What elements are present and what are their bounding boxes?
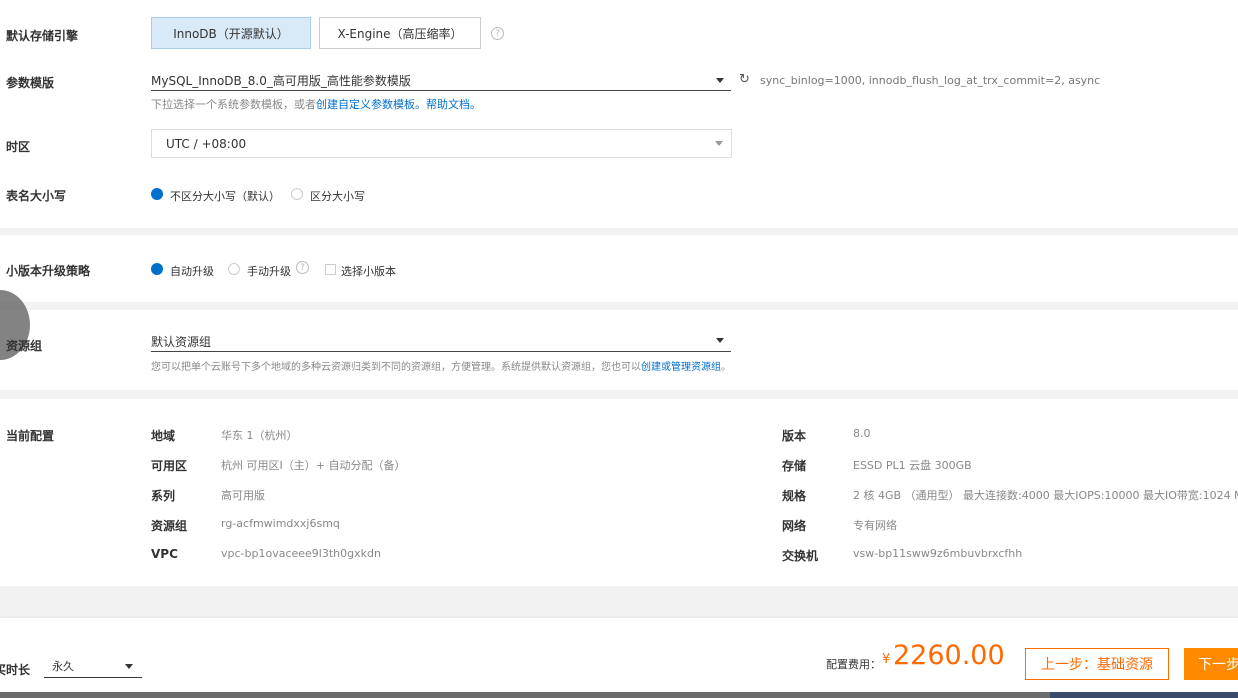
resource-group-label: 资源组	[6, 339, 43, 353]
create-param-template-link[interactable]: 创建自定义参数模板。	[316, 98, 426, 111]
config-key-resource-group: 资源组	[151, 519, 188, 533]
param-template-select[interactable]: MySQL_InnoDB_8.0_高可用版_高性能参数模版	[151, 71, 731, 91]
table-case-radio-sensitive[interactable]	[291, 188, 303, 200]
duration-label: 购买时长	[0, 663, 31, 677]
minor-upgrade-label: 小版本升级策略	[6, 264, 91, 278]
current-config-label: 当前配置	[6, 429, 55, 443]
engine-help-icon[interactable]: ?	[491, 27, 504, 40]
table-case-option-sensitive[interactable]: 区分大小写	[310, 188, 365, 204]
help-doc-link[interactable]: 帮助文档。	[426, 98, 481, 111]
config-value-version: 8.0	[853, 427, 871, 440]
next-step-button[interactable]: 下一步	[1184, 648, 1238, 680]
db-settings-section: 默认存储引擎 InnoDB（开源默认） X-Engine（高压缩率） ? 参数模…	[0, 0, 1238, 228]
config-key-network: 网络	[782, 519, 807, 533]
config-value-vswitch: vsw-bp11sww9z6mbuvbrxcfhh	[853, 547, 1023, 560]
refresh-icon[interactable]: ↻	[739, 72, 750, 87]
select-minor-version-label[interactable]: 选择小版本	[341, 263, 396, 279]
timezone-value: UTC / +08:00	[166, 136, 247, 151]
param-template-hint: 下拉选择一个系统参数模板，或者创建自定义参数模板。帮助文档。	[151, 98, 481, 111]
config-key-version: 版本	[782, 429, 807, 443]
param-template-summary: sync_binlog=1000, innodb_flush_log_at_tr…	[760, 74, 1101, 87]
config-key-storage: 存储	[782, 459, 807, 473]
config-key-series: 系列	[151, 489, 176, 503]
resource-group-hint: 您可以把单个云账号下多个地域的多种云资源归类到不同的资源组，方便管理。系统提供默…	[151, 362, 731, 373]
minor-upgrade-radio-manual[interactable]	[228, 263, 240, 275]
param-template-value: MySQL_InnoDB_8.0_高可用版_高性能参数模版	[151, 74, 411, 88]
minor-upgrade-help-icon[interactable]: ?	[296, 261, 309, 274]
resource-group-chevron-down-icon[interactable]	[716, 338, 724, 343]
engine-label: 默认存储引擎	[6, 29, 79, 43]
minor-upgrade-radio-auto[interactable]	[151, 263, 163, 275]
param-template-label: 参数模版	[6, 76, 55, 90]
duration-chevron-down-icon[interactable]	[125, 664, 133, 669]
config-value-vpc: vpc-bp1ovaceee9l3th0gxkdn	[221, 547, 381, 560]
timezone-chevron-down-icon[interactable]	[715, 141, 723, 146]
timezone-label: 时区	[6, 140, 31, 154]
table-case-radio-insensitive[interactable]	[151, 188, 163, 200]
config-value-series: 高可用版	[221, 489, 265, 502]
engine-option-innodb[interactable]: InnoDB（开源默认）	[151, 17, 311, 49]
duration-value: 永久	[52, 659, 74, 673]
current-config-section: 当前配置 地域 华东 1（杭州） 可用区 杭州 可用区I（主）+ 自动分配（备）…	[0, 399, 1238, 586]
fee-amount: 2260.00	[893, 640, 1005, 671]
table-case-label: 表名大小写	[6, 189, 67, 203]
minor-upgrade-section: 小版本升级策略 自动升级 手动升级 ? 选择小版本	[0, 235, 1238, 302]
select-minor-version-checkbox[interactable]	[325, 264, 336, 275]
config-key-zone: 可用区	[151, 459, 188, 473]
fee-label: 配置费用：	[826, 658, 881, 671]
resource-group-select[interactable]: 默认资源组	[151, 332, 731, 352]
config-value-storage: ESSD PL1 云盘 300GB	[853, 459, 972, 472]
table-case-option-insensitive[interactable]: 不区分大小写（默认）	[170, 188, 280, 204]
resource-group-section: 资源组 默认资源组 您可以把单个云账号下多个地域的多种云资源归类到不同的资源组，…	[0, 290, 1238, 390]
config-value-zone: 杭州 可用区I（主）+ 自动分配（备）	[221, 459, 406, 472]
config-value-region: 华东 1（杭州）	[221, 429, 298, 442]
timezone-select[interactable]: UTC / +08:00	[151, 129, 732, 158]
config-key-vpc: VPC	[151, 547, 178, 561]
config-value-resource-group: rg-acfmwimdxxj6smq	[221, 517, 340, 530]
minor-upgrade-option-manual[interactable]: 手动升级	[247, 263, 291, 279]
config-key-region: 地域	[151, 429, 176, 443]
engine-option-xengine[interactable]: X-Engine（高压缩率）	[319, 17, 481, 49]
config-key-vswitch: 交换机	[782, 549, 819, 563]
minor-upgrade-option-auto[interactable]: 自动升级	[170, 263, 214, 279]
config-key-spec: 规格	[782, 489, 807, 503]
param-template-chevron-down-icon[interactable]	[716, 78, 724, 83]
manage-resource-group-link[interactable]: 创建或管理资源组	[641, 362, 721, 373]
fee-currency: ¥	[882, 652, 891, 667]
resource-group-value: 默认资源组	[151, 335, 212, 349]
bottom-strip-accent	[1050, 692, 1238, 698]
config-value-network: 专有网络	[853, 519, 897, 532]
config-value-spec: 2 核 4GB （通用型） 最大连接数:4000 最大IOPS:10000 最大…	[853, 489, 1238, 502]
previous-step-button[interactable]: 上一步：基础资源	[1025, 648, 1169, 680]
